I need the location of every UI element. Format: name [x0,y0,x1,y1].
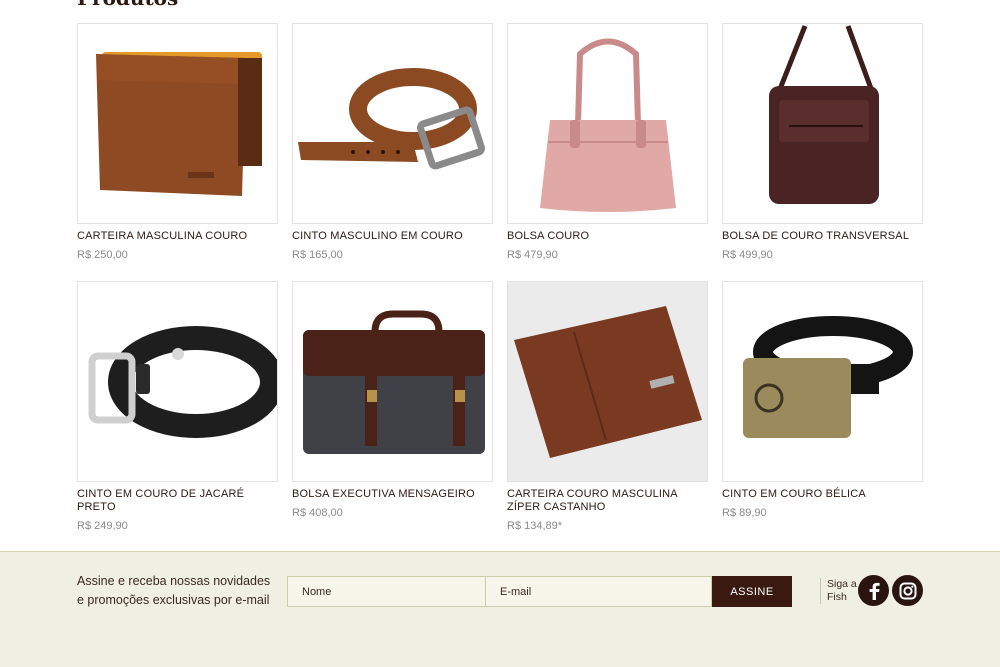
facebook-icon[interactable] [858,575,889,606]
product-name[interactable]: CINTO MASCULINO EM COURO [292,230,493,243]
newsletter-text: Assine e receba nossas novidades e promo… [77,574,271,607]
product-price: R$ 479,90 [507,249,558,261]
product-card[interactable]: CINTO EM COURO BÉLICA R$ 89,90 [722,281,923,519]
footer-band [0,629,1000,667]
product-name[interactable]: BOLSA DE COURO TRANSVERSAL [722,230,923,243]
product-image-handbag[interactable] [507,23,708,224]
product-price: R$ 499,90 [722,249,773,261]
subscribe-button[interactable]: ASSINE [712,576,792,607]
product-image-croc-belt[interactable] [77,281,278,482]
product-price: R$ 89,90 [722,507,767,519]
product-card[interactable]: BOLSA EXECUTIVA MENSAGEIRO R$ 408,00 [292,281,493,519]
instagram-icon[interactable] [892,575,923,606]
product-price: R$ 408,00 [292,507,343,519]
product-price: R$ 250,00 [77,249,128,261]
product-name[interactable]: CINTO EM COURO BÉLICA [722,488,923,501]
product-price: R$ 134,89* [507,520,563,532]
product-card[interactable]: CINTO EM COURO DE JACARÉ PRETO R$ 249,90 [77,281,278,532]
product-card[interactable]: BOLSA COURO R$ 479,90 [507,23,708,261]
product-card[interactable]: BOLSA DE COURO TRANSVERSAL R$ 499,90 [722,23,923,261]
follow-label: Siga a Fish [820,578,857,604]
product-image-wallet[interactable] [77,23,278,224]
product-image-zip-wallet[interactable] [507,281,708,482]
product-card[interactable]: CARTEIRA MASCULINA COURO R$ 250,00 [77,23,278,261]
email-input[interactable] [485,576,712,607]
product-image-belt[interactable] [292,23,493,224]
product-name[interactable]: CARTEIRA COURO MASCULINA ZÍPER CASTANHO [507,488,708,514]
product-name[interactable]: BOLSA COURO [507,230,708,243]
section-title: Produtos [77,0,178,10]
name-input[interactable] [287,576,486,607]
product-name[interactable]: CINTO EM COURO DE JACARÉ PRETO [77,488,278,514]
product-image-crossbody[interactable] [722,23,923,224]
product-image-messenger[interactable] [292,281,493,482]
product-card[interactable]: CINTO MASCULINO EM COURO R$ 165,00 [292,23,493,261]
product-price: R$ 249,90 [77,520,128,532]
newsletter-bar: Assine e receba nossas novidades e promo… [0,551,1000,630]
product-name[interactable]: BOLSA EXECUTIVA MENSAGEIRO [292,488,493,501]
product-card[interactable]: CARTEIRA COURO MASCULINA ZÍPER CASTANHO … [507,281,708,532]
product-name[interactable]: CARTEIRA MASCULINA COURO [77,230,278,243]
product-price: R$ 165,00 [292,249,343,261]
product-image-bronze-belt[interactable] [722,281,923,482]
